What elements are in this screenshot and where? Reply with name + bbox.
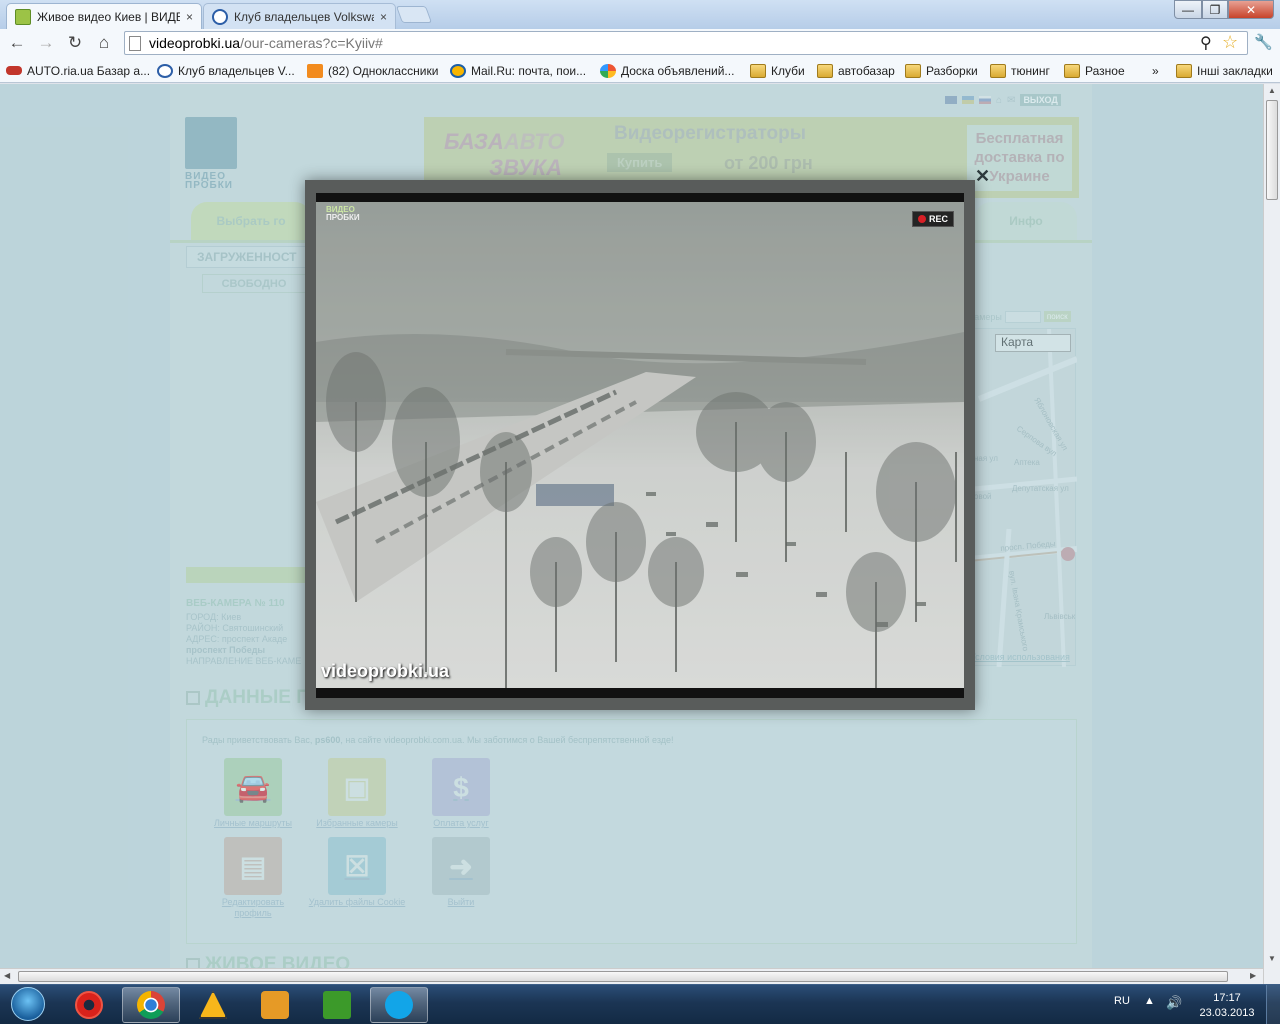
record-dot-icon <box>917 215 926 223</box>
url-path: /our-cameras?c=Kyiiv# <box>240 35 383 51</box>
url-host: videoprobki.ua <box>149 35 241 51</box>
taskbar-chrome[interactable] <box>122 987 180 1023</box>
page-icon <box>129 35 141 51</box>
close-tab-icon[interactable]: × <box>380 10 387 24</box>
bookmark-label: Разное <box>1085 63 1125 78</box>
mailru-icon <box>450 63 466 78</box>
car-icon <box>6 66 22 75</box>
vw-logo-icon <box>157 63 173 78</box>
bookmark-odnoklassniki[interactable]: (82) Одноклассники <box>307 62 438 79</box>
folder-icon <box>1064 63 1080 78</box>
taskbar-skype[interactable] <box>370 987 428 1023</box>
folder-icon <box>750 63 766 78</box>
opera-icon <box>75 991 103 1019</box>
scroll-down-arrow-icon[interactable]: ▼ <box>1268 954 1276 963</box>
scroll-right-arrow-icon[interactable]: ▶ <box>1250 971 1256 980</box>
minimize-button[interactable]: — <box>1174 0 1202 19</box>
bookmark-label: Клуб владельцев V... <box>178 63 295 78</box>
clock-date: 23.03.2013 <box>1199 1007 1255 1019</box>
home-icon[interactable]: ⌂ <box>92 32 116 54</box>
start-button[interactable] <box>2 985 54 1023</box>
banner-close-icon[interactable]: ✕ <box>975 166 990 187</box>
bookmark-vw-club[interactable]: Клуб владельцев V... <box>157 62 295 79</box>
windows-logo-icon <box>11 987 45 1021</box>
taskbar-opera[interactable] <box>60 987 118 1023</box>
bookmark-folder-clubs[interactable]: Клуби <box>750 62 805 79</box>
language-indicator[interactable]: RU <box>1114 995 1130 1007</box>
rec-badge: REC <box>911 211 954 227</box>
show-desktop-button[interactable] <box>1266 985 1280 1024</box>
folder-icon <box>905 63 921 78</box>
volume-speaker-icon[interactable]: 🔊 <box>1166 995 1182 1011</box>
snowy-street-scene <box>316 202 964 688</box>
bookmark-label: Mail.Ru: почта, пои... <box>471 63 587 78</box>
skype-icon <box>385 991 413 1019</box>
bookmark-folder-raznoe[interactable]: Разное <box>1064 62 1125 79</box>
reload-icon[interactable]: ↻ <box>63 32 87 54</box>
taskbar-media-player[interactable] <box>246 987 304 1023</box>
media-player-icon <box>261 991 289 1019</box>
back-arrow-icon[interactable]: ← <box>5 32 29 54</box>
horizontal-scroll-thumb[interactable] <box>18 971 1228 982</box>
other-bookmarks-folder[interactable]: Інші закладки <box>1176 62 1273 79</box>
page-viewport: ⌂ ✉ ВЫХОД ВИДЕО ПРОБКИ БАЗААВТО ЗВУКА Виде… <box>0 84 1263 968</box>
tab-vw-club[interactable]: Клуб владельцев Volkswa × <box>203 3 396 29</box>
utorrent-icon <box>323 991 351 1019</box>
bookmark-label: (82) Одноклассники <box>328 63 439 78</box>
bookmark-label: Разборки <box>926 63 978 78</box>
chrome-icon <box>137 991 165 1019</box>
new-tab-button[interactable] <box>395 6 433 23</box>
maximize-button[interactable]: ❐ <box>1202 0 1228 19</box>
bookmark-mailru[interactable]: Mail.Ru: почта, пои... <box>450 62 586 79</box>
bookmark-folder-razborki[interactable]: Разборки <box>905 62 978 79</box>
folder-icon <box>817 63 833 78</box>
folder-icon <box>1176 63 1192 78</box>
tab-live-video-kiev[interactable]: Живое видео Киев | ВИДЕ × <box>6 3 202 29</box>
video-logo: ВИДЕО ПРОБКИ <box>326 205 360 222</box>
odnoklassniki-icon <box>307 63 323 78</box>
bookmark-label: Інші закладки <box>1197 63 1273 78</box>
bookmark-label: Клуби <box>771 63 805 78</box>
system-clock[interactable]: 17:17 23.03.2013 <box>1196 991 1258 1021</box>
videoprobki-favicon <box>15 8 31 25</box>
clock-time: 17:17 <box>1213 992 1241 1004</box>
address-bar[interactable]: videoprobki.ua/our-cameras?c=Kyiiv# <box>124 31 1248 55</box>
video-popup: ВИДЕО ПРОБКИ REC videoprobki.ua <box>305 180 975 710</box>
close-tab-icon[interactable]: × <box>186 10 193 24</box>
vertical-scroll-thumb[interactable] <box>1266 100 1278 200</box>
bookmark-label: тюнинг <box>1011 63 1050 78</box>
forward-arrow-icon[interactable]: → <box>34 32 58 54</box>
folder-icon <box>990 63 1006 78</box>
scroll-up-arrow-icon[interactable]: ▲ <box>1268 86 1276 95</box>
taskbar-utorrent[interactable] <box>308 987 366 1023</box>
bookmark-slando[interactable]: Доска объявлений... <box>600 62 734 79</box>
star-bookmark-icon[interactable]: ☆ <box>1222 32 1238 53</box>
wrench-menu-icon[interactable]: 🔧 <box>1254 33 1273 51</box>
tab-label: Клуб владельцев Volkswa <box>234 9 374 24</box>
webcam-video[interactable]: ВИДЕО ПРОБКИ REC videoprobki.ua <box>316 202 964 688</box>
bookmark-label: Доска объявлений... <box>621 63 735 78</box>
close-window-button[interactable]: ✕ <box>1228 0 1274 19</box>
bookmark-folder-avtobazar[interactable]: автобазар <box>817 62 895 79</box>
show-hidden-icons-arrow-icon[interactable]: ▲ <box>1144 995 1155 1007</box>
bookmark-label: AUTO.ria.ua Базар а... <box>27 63 151 78</box>
slando-icon <box>600 63 616 78</box>
vertical-scrollbar[interactable]: ▲ ▼ <box>1263 84 1280 984</box>
taskbar-aimp[interactable] <box>184 987 242 1023</box>
video-watermark: videoprobki.ua <box>321 661 450 681</box>
bookmarks-more-chevron-icon[interactable]: » <box>1152 62 1159 79</box>
tab-label: Живое видео Киев | ВИДЕ <box>37 9 180 24</box>
aimp-icon <box>199 991 227 1019</box>
magnifier-icon[interactable]: ⚲ <box>1200 33 1212 53</box>
bookmark-autoria[interactable]: AUTO.ria.ua Базар а... <box>6 62 150 79</box>
bookmark-label: автобазар <box>838 63 895 78</box>
bookmark-folder-tuning[interactable]: тюнинг <box>990 62 1050 79</box>
horizontal-scrollbar[interactable]: ◀ ▶ <box>0 968 1263 984</box>
scroll-left-arrow-icon[interactable]: ◀ <box>4 971 10 980</box>
vw-logo-icon <box>212 8 228 25</box>
